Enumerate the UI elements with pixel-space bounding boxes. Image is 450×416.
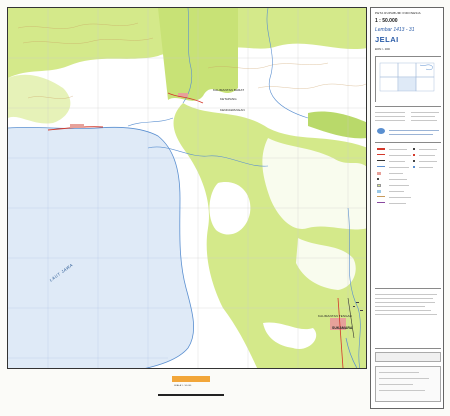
legend-line xyxy=(389,130,439,131)
legend-line xyxy=(411,120,437,121)
edition-label: EDISI I - 2000 xyxy=(375,48,391,51)
map-title: JELAI xyxy=(375,35,399,44)
legend-line xyxy=(389,179,407,180)
label-area-1: KETAPANG xyxy=(220,97,237,101)
legend-line xyxy=(375,116,405,117)
legend-line xyxy=(389,161,405,162)
legend-line xyxy=(375,294,437,295)
path-symbol-icon xyxy=(377,160,385,161)
scale-bar-label: SKALA 1 : 50.000 xyxy=(174,385,192,387)
legend-line xyxy=(419,161,437,162)
marker-symbol-icon xyxy=(413,160,415,162)
legend-line xyxy=(411,116,435,117)
marker-symbol-icon xyxy=(413,154,415,156)
legend-line xyxy=(389,167,409,168)
legend-line xyxy=(379,384,413,385)
footer-left xyxy=(5,372,79,402)
agency-label: PETA RUPABUMI INDONESIA xyxy=(375,11,421,15)
scale-bar xyxy=(158,394,224,396)
label-province-west: KALIMANTAN BARAT xyxy=(213,88,245,92)
footer-scale: SKALA 1 : 50.000 xyxy=(152,372,230,408)
legend-line xyxy=(389,155,411,156)
legend-line xyxy=(379,372,419,373)
legend-line xyxy=(389,185,409,186)
compass-icon xyxy=(377,128,385,134)
legend-line xyxy=(375,314,437,315)
legend-line xyxy=(411,112,439,113)
legend-line xyxy=(375,120,405,121)
legend-line xyxy=(379,390,425,391)
legend-line xyxy=(389,149,407,150)
contour-symbol-icon xyxy=(377,196,385,197)
legend-line xyxy=(419,167,433,168)
legend-line xyxy=(389,134,433,135)
map-sheet: KALIMANTAN BARAT KETAPANG KENDAWANGAN KA… xyxy=(0,0,450,416)
legend-line xyxy=(375,310,431,311)
legend-line xyxy=(389,173,403,174)
label-area-2: KENDAWANGAN xyxy=(220,108,245,112)
scale-label: 1 : 50.000 xyxy=(375,18,398,24)
legend-line xyxy=(375,302,435,303)
legend-line xyxy=(389,203,406,204)
road-symbol-icon xyxy=(377,148,385,150)
grid-ref-box xyxy=(375,352,441,362)
river-symbol-icon xyxy=(377,166,385,167)
legend-line xyxy=(389,191,404,192)
legend-line xyxy=(419,155,435,156)
legend-divider xyxy=(375,348,441,349)
scale-bar-segment xyxy=(172,376,210,382)
legend-line xyxy=(375,112,405,113)
legend-line xyxy=(419,149,437,150)
legend-line xyxy=(375,298,433,299)
building-symbol-icon xyxy=(377,178,379,180)
marker-symbol-icon xyxy=(413,166,415,168)
label-town-south: SUKAMARA xyxy=(332,326,353,330)
map-frame[interactable]: KALIMANTAN BARAT KETAPANG KENDAWANGAN KA… xyxy=(7,7,367,369)
vegetation-symbol-icon xyxy=(377,184,381,187)
marker-symbol-icon xyxy=(413,148,415,150)
legend-divider xyxy=(375,142,441,143)
legend-line xyxy=(379,378,429,379)
map-canvas xyxy=(8,8,366,368)
legend-line xyxy=(389,197,411,198)
legend-divider xyxy=(375,288,441,289)
road-symbol-icon xyxy=(377,154,385,155)
legend-divider xyxy=(375,106,441,107)
index-map xyxy=(375,56,442,103)
label-province-central: KALIMANTAN TENGAH xyxy=(318,314,352,318)
legend-panel: PETA RUPABUMI INDONESIA 1 : 50.000 Lemba… xyxy=(370,7,444,409)
swamp-symbol-icon xyxy=(377,190,381,193)
sheet-number: Lembar 1413 - 31 xyxy=(375,27,415,33)
legend-line xyxy=(375,306,425,307)
settlement-symbol-icon xyxy=(377,172,381,175)
boundary-symbol-icon xyxy=(377,202,385,203)
